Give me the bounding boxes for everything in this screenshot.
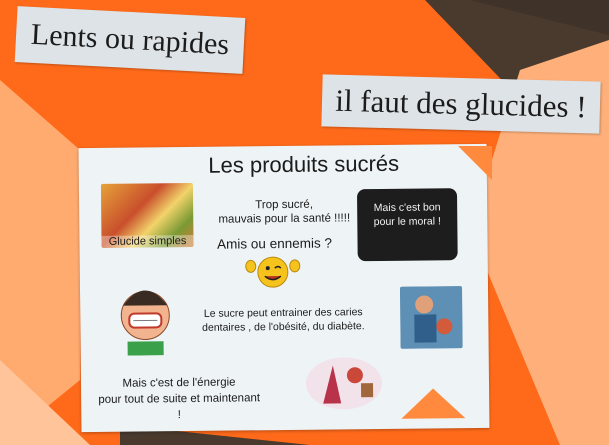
poster-corner-notch	[458, 146, 492, 180]
candy-image: Glucide simples	[100, 182, 194, 248]
energy-text: Mais c'est de l'énergie pour tout de sui…	[95, 374, 263, 424]
energy-line2: pour tout de suite et maintenant !	[98, 392, 261, 422]
title-need-carbs: il faut des glucides !	[321, 74, 601, 134]
morale-image: Mais c'est bon pour le moral !	[356, 188, 458, 262]
candy-label: Glucide simples	[101, 234, 194, 248]
title-slow-or-fast: Lents ou rapides	[14, 6, 246, 74]
friends-or-enemies-text: Amis ou ennemis ?	[217, 235, 333, 252]
energy-line1: Mais c'est de l'énergie	[122, 376, 236, 390]
morale-line2: pour le moral !	[373, 215, 441, 229]
morale-text: Mais c'est bon pour le moral !	[361, 200, 453, 229]
caries-line2: dentaires , de l'obésité, du diabète.	[202, 320, 365, 334]
too-sweet-line2: mauvais pour la santé !!!!!	[218, 212, 351, 226]
caries-text: Le sucre peut entrainer des caries denta…	[188, 305, 378, 335]
orange-triangle-decoration	[401, 388, 466, 419]
doctor-image	[399, 286, 463, 349]
poster-heading: Les produits sucrés	[208, 150, 400, 178]
thumbs-smiley-icon	[245, 256, 301, 288]
morale-line1: Mais c'est bon	[373, 201, 441, 215]
sugar-poster: Les produits sucrés Glucide simples Trop…	[78, 143, 490, 433]
energy-cartoon-image	[306, 357, 383, 410]
too-sweet-text: Trop sucré, mauvais pour la santé !!!!!	[209, 197, 359, 227]
kid-teeth-icon	[120, 290, 170, 356]
